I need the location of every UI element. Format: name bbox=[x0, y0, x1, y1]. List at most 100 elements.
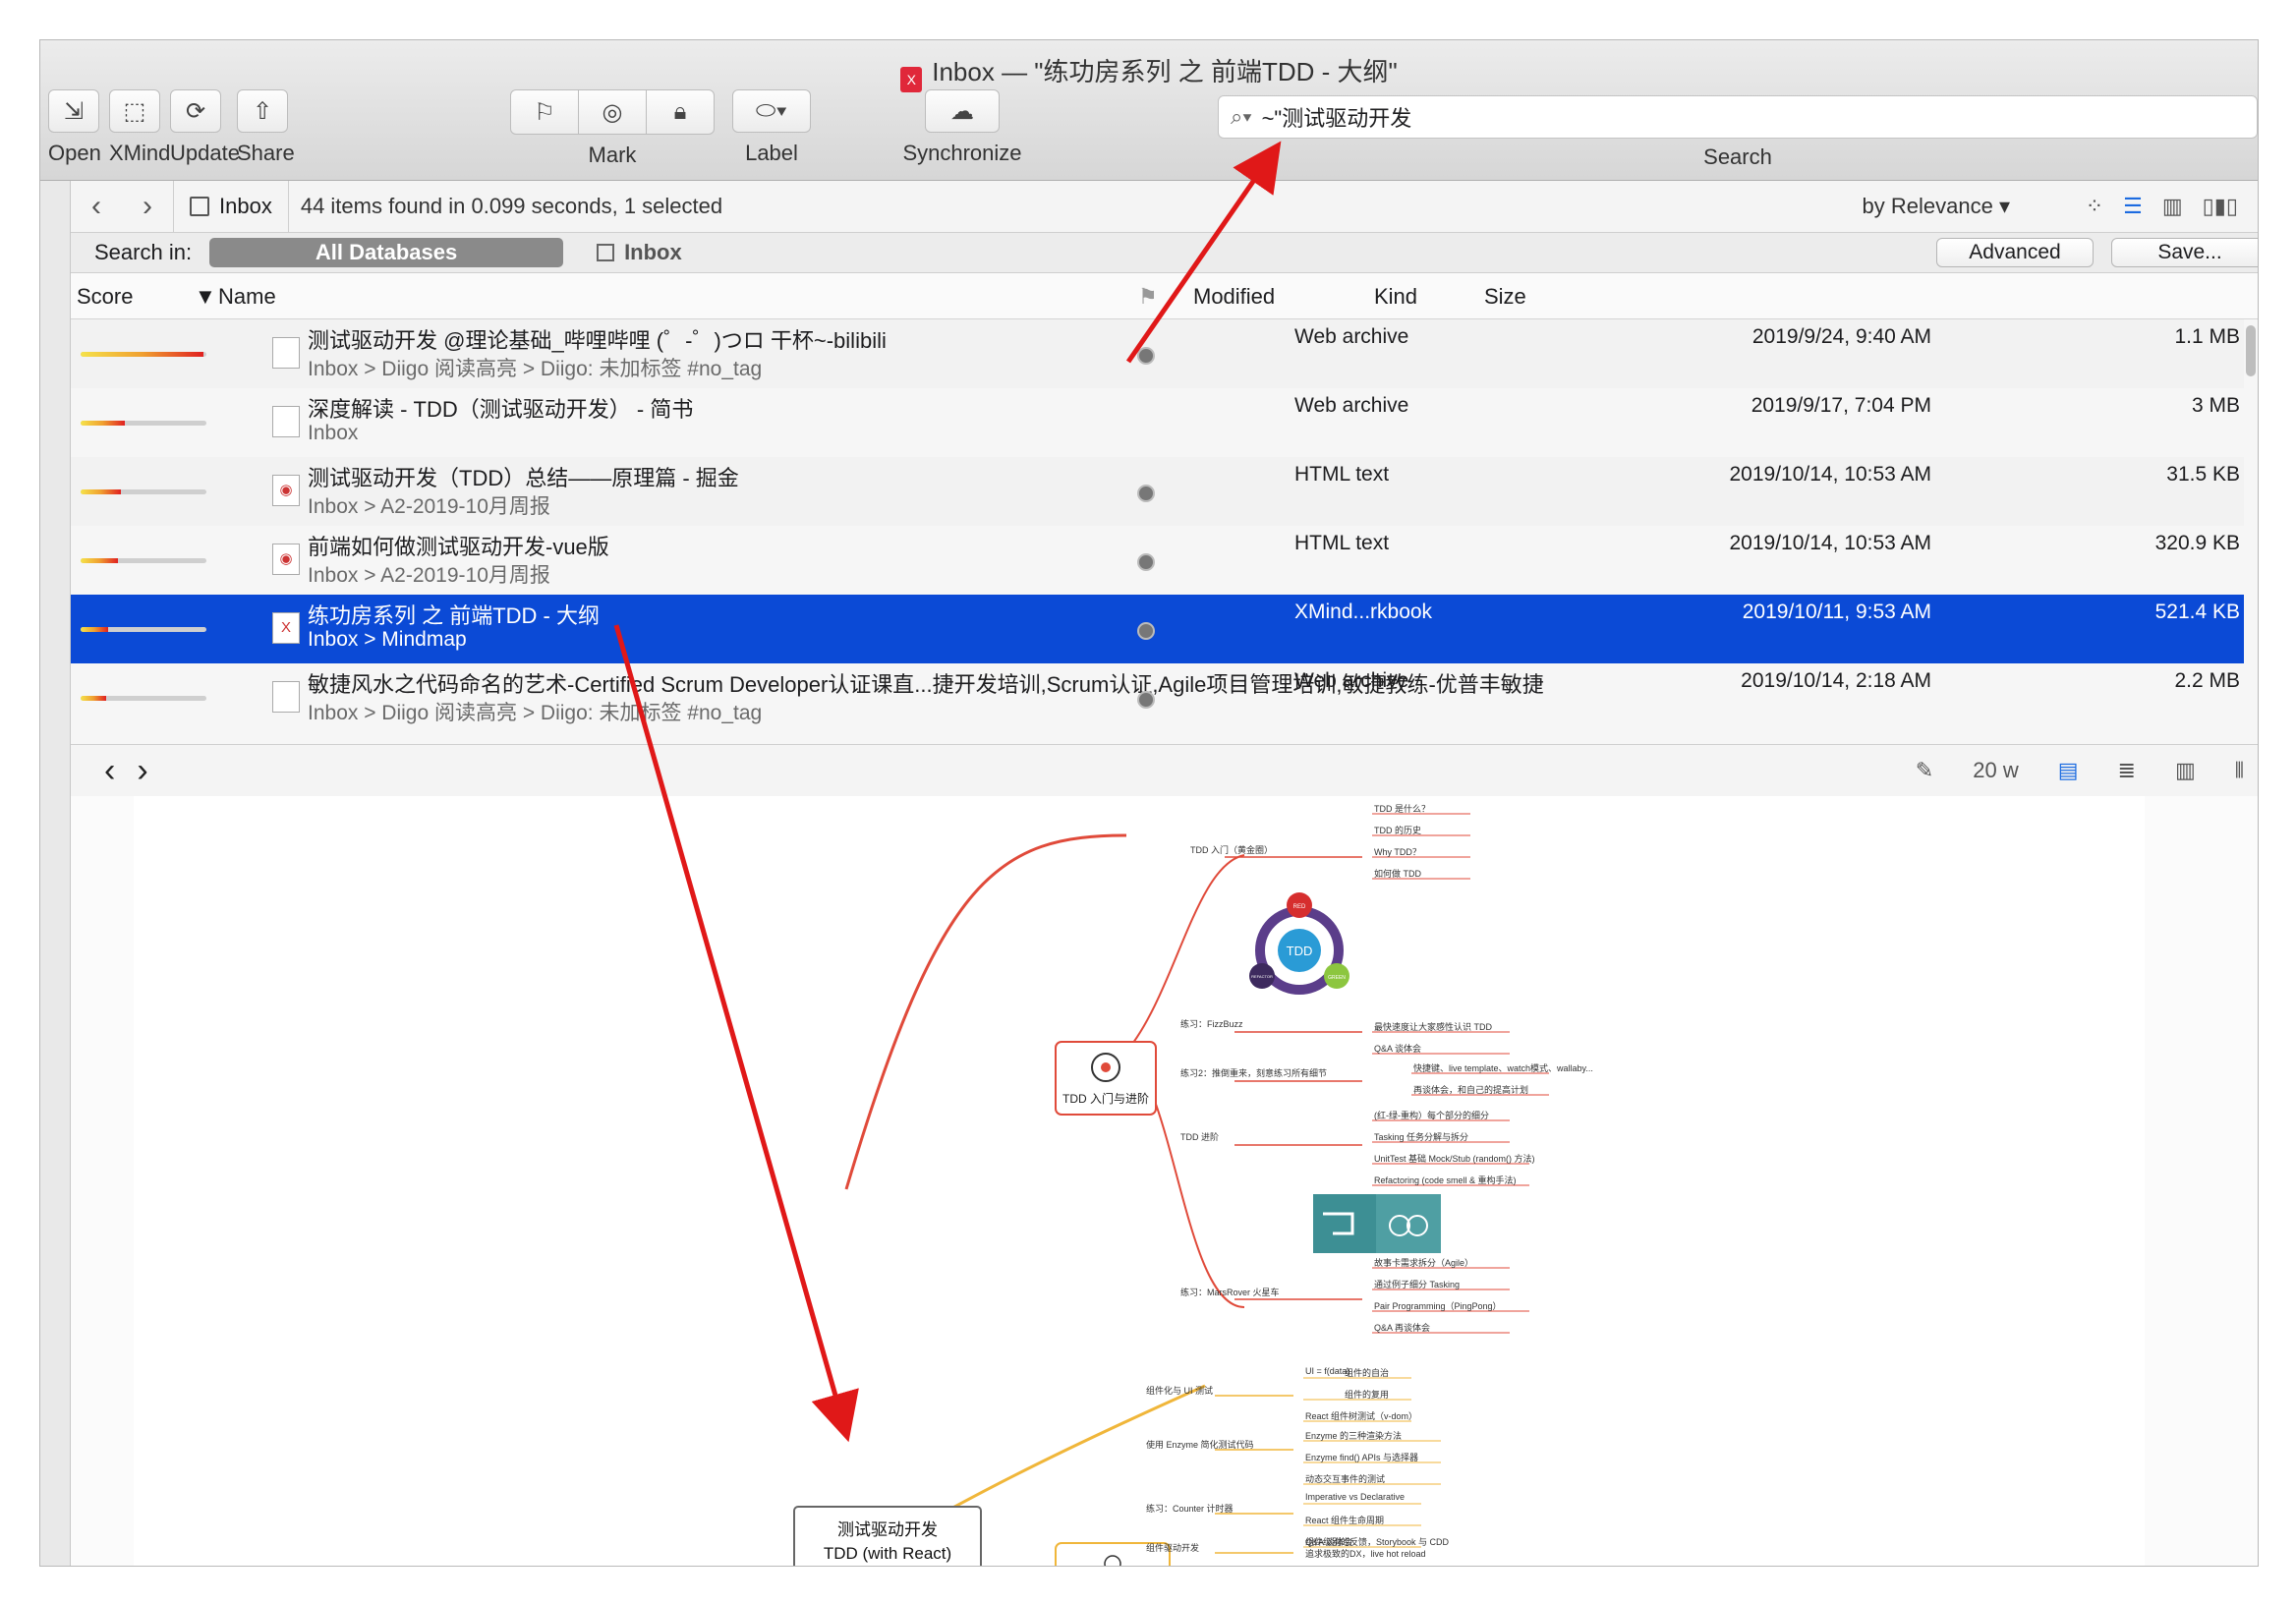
flag-icon[interactable]: ⚐ bbox=[511, 90, 579, 134]
update-icon: ⟳ bbox=[170, 89, 221, 133]
lock-icon[interactable]: 🔒︎ bbox=[647, 90, 714, 134]
update-label: Update bbox=[170, 141, 240, 165]
column-view-icon[interactable]: ▥ bbox=[2162, 194, 2183, 219]
search-field[interactable]: ⌕▾ ~"测试驱动开发 bbox=[1218, 95, 2258, 139]
column-name[interactable]: Name bbox=[218, 284, 276, 310]
mindmap-page: TDD 入门与进阶 TDD RED GREEN REFACTOR 测试驱动开发 … bbox=[134, 796, 2145, 1566]
mindmap-root-subtitle: TDD (with React) bbox=[824, 1544, 951, 1563]
window-title: X Inbox — "练功房系列 之 前端TDD - 大纲" bbox=[40, 52, 2258, 92]
inbox-scope-button[interactable]: Inbox bbox=[597, 240, 682, 265]
mark-group: ⚐ ◎ 🔒︎ Mark bbox=[510, 89, 715, 168]
inbox-icon bbox=[190, 197, 209, 216]
row-name: 测试驱动开发（TDD）总结——原理篇 - 掘金 bbox=[308, 466, 739, 490]
synchronize-button[interactable]: ☁︎ Synchronize bbox=[902, 89, 1022, 166]
search-status: 44 items found in 0.099 seconds, 1 selec… bbox=[300, 194, 723, 218]
cloud-sync-icon: ☁︎ bbox=[925, 89, 1000, 133]
inspector-icon[interactable]: ⫴ bbox=[2235, 758, 2244, 783]
preview-toolbar: ‹ › ✎ 20 w ▤ ≣ ▥ ⫴ bbox=[71, 744, 2258, 797]
row-kind: Web archive bbox=[1294, 669, 1409, 692]
row-modified: 2019/10/11, 9:53 AM bbox=[1742, 601, 1931, 623]
collapsed-sidebar[interactable] bbox=[40, 181, 71, 1566]
mindmap-node: Imperative vs Declarative bbox=[1305, 1492, 1406, 1502]
relevance-bar bbox=[81, 421, 206, 426]
mindmap-node: 使用 Enzyme 简化测试代码 bbox=[1146, 1440, 1254, 1450]
update-button[interactable]: ⟳ Update bbox=[170, 89, 240, 166]
row-path: Inbox > Diigo 阅读高亮 > Diigo: 未加标签 #no_tag bbox=[308, 702, 763, 724]
search-scope-bar: Search in: All Databases Inbox Advanced … bbox=[71, 233, 2258, 273]
mindmap-node: Tasking 任务分解与拆分 bbox=[1374, 1132, 1469, 1142]
search-icon[interactable]: ⌕▾ bbox=[1231, 104, 1252, 130]
column-kind[interactable]: Kind bbox=[1374, 284, 1417, 310]
sort-menu[interactable]: by Relevance ▾ bbox=[1863, 194, 2010, 219]
table-row[interactable]: X 练功房系列 之 前端TDD - 大纲 Inbox > Mindmap 2019/1… bbox=[71, 595, 2244, 663]
icon-view-icon[interactable]: ⁘ bbox=[2086, 194, 2103, 219]
row-size: 2.2 MB bbox=[2174, 669, 2240, 692]
label-button[interactable]: ⬭▾ Label bbox=[732, 89, 811, 166]
save-button[interactable]: Save... bbox=[2111, 238, 2258, 267]
table-row[interactable]: 深度解读 - TDD（测试驱动开发） - 简书 Inbox 2019/9/17, 7… bbox=[71, 388, 2244, 457]
status-dot-icon bbox=[1137, 553, 1155, 571]
cycle-green: GREEN bbox=[1328, 975, 1346, 981]
annotation-icon[interactable]: ✎ bbox=[1916, 758, 1933, 783]
share-button[interactable]: ⇧ Share bbox=[237, 89, 295, 166]
mindmap-node: 追求极致的DX，live hot reload bbox=[1305, 1549, 1426, 1559]
row-modified: 2019/10/14, 10:53 AM bbox=[1729, 532, 1932, 554]
mindmap-node: TDD 的历史 bbox=[1374, 826, 1421, 835]
document-preview[interactable]: TDD 入门与进阶 TDD RED GREEN REFACTOR 测试驱动开发 … bbox=[71, 796, 2258, 1566]
relevance-fill bbox=[81, 696, 106, 701]
all-databases-button[interactable]: All Databases bbox=[209, 238, 564, 267]
navigation-bar: ‹ › Inbox 44 items found in 0.099 second… bbox=[71, 181, 2258, 233]
relevance-fill bbox=[81, 352, 204, 357]
open-button[interactable]: ⇲ Open bbox=[48, 89, 101, 166]
marsrover-image bbox=[1313, 1194, 1441, 1253]
row-modified: 2019/10/14, 2:18 AM bbox=[1741, 669, 1931, 692]
share-label: Share bbox=[237, 141, 295, 165]
mindmap-node: 组件化与 UI 测试 bbox=[1146, 1386, 1214, 1396]
forward-icon[interactable]: › bbox=[137, 752, 147, 790]
flag-column-icon[interactable]: ⚑ bbox=[1138, 284, 1158, 310]
search-label: Search bbox=[1703, 144, 1772, 169]
row-modified: 2019/10/14, 10:53 AM bbox=[1729, 463, 1932, 486]
row-name: 测试驱动开发 @理论基础_哔哩哔哩 (゜-゜)つロ 干杯~-bilibili bbox=[308, 328, 887, 353]
table-row[interactable]: ◉ 前端如何做测试驱动开发-vue版 Inbox > A2-2019-10月周报 20… bbox=[71, 526, 2244, 595]
xmind-icon: ⬚ bbox=[109, 89, 160, 133]
back-icon[interactable]: ‹ bbox=[104, 752, 115, 790]
table-row[interactable]: 测试驱动开发 @理论基础_哔哩哔哩 (゜-゜)つロ 干杯~-bilibili In… bbox=[71, 319, 2244, 388]
sort-desc-icon[interactable]: ▼ bbox=[195, 284, 216, 310]
mindmap-node: Q&A 再谈体会 bbox=[1374, 1323, 1431, 1333]
text-mode-icon[interactable]: ≣ bbox=[2118, 758, 2136, 783]
mindmap-node: (红-绿-重构）每个部分的细分 bbox=[1374, 1111, 1489, 1120]
mindmap-node: 组件的复用 bbox=[1345, 1390, 1390, 1400]
table-row[interactable]: 敏捷风水之代码命名的艺术-Certified Scrum Developer认证… bbox=[71, 663, 2244, 732]
mindmap-root-title: 测试驱动开发 bbox=[837, 1520, 938, 1539]
column-score[interactable]: Score bbox=[77, 284, 133, 310]
row-kind: Web archive bbox=[1294, 325, 1409, 348]
coverflow-view-icon[interactable]: ▯▮▯ bbox=[2203, 194, 2238, 219]
location-breadcrumb[interactable]: Inbox bbox=[173, 181, 289, 232]
preview-mode-icon[interactable]: ▤ bbox=[2058, 758, 2079, 783]
file-icon bbox=[272, 406, 300, 437]
back-icon[interactable]: ‹ bbox=[71, 190, 122, 223]
row-size: 521.4 KB bbox=[2154, 601, 2240, 623]
xmind-button[interactable]: ⬚ XMind bbox=[109, 89, 171, 166]
column-modified[interactable]: Modified bbox=[1193, 284, 1275, 310]
unread-icon[interactable]: ◎ bbox=[579, 90, 647, 134]
xmind-label: XMind bbox=[109, 141, 171, 165]
synchronize-label: Synchronize bbox=[902, 141, 1022, 165]
mindmap-node: Enzyme find() APIs 与选择器 bbox=[1305, 1453, 1419, 1462]
row-kind: HTML text bbox=[1294, 463, 1390, 486]
relevance-bar bbox=[81, 352, 206, 357]
list-view-icon[interactable]: ☰ bbox=[2123, 194, 2143, 219]
mark-label: Mark bbox=[588, 143, 637, 167]
table-row[interactable]: ◉ 测试驱动开发（TDD）总结——原理篇 - 掘金 Inbox > A2-2019-… bbox=[71, 457, 2244, 526]
column-size[interactable]: Size bbox=[1484, 284, 1526, 310]
forward-icon[interactable]: › bbox=[122, 190, 173, 223]
split-mode-icon[interactable]: ▥ bbox=[2175, 758, 2196, 783]
file-icon: X bbox=[272, 612, 300, 644]
results-scrollbar[interactable] bbox=[2246, 325, 2256, 376]
advanced-button[interactable]: Advanced bbox=[1936, 238, 2094, 267]
row-kind: HTML text bbox=[1294, 532, 1390, 554]
row-size: 320.9 KB bbox=[2154, 532, 2240, 554]
inbox-icon bbox=[597, 244, 615, 261]
row-path: Inbox > A2-2019-10月周报 bbox=[308, 564, 550, 587]
